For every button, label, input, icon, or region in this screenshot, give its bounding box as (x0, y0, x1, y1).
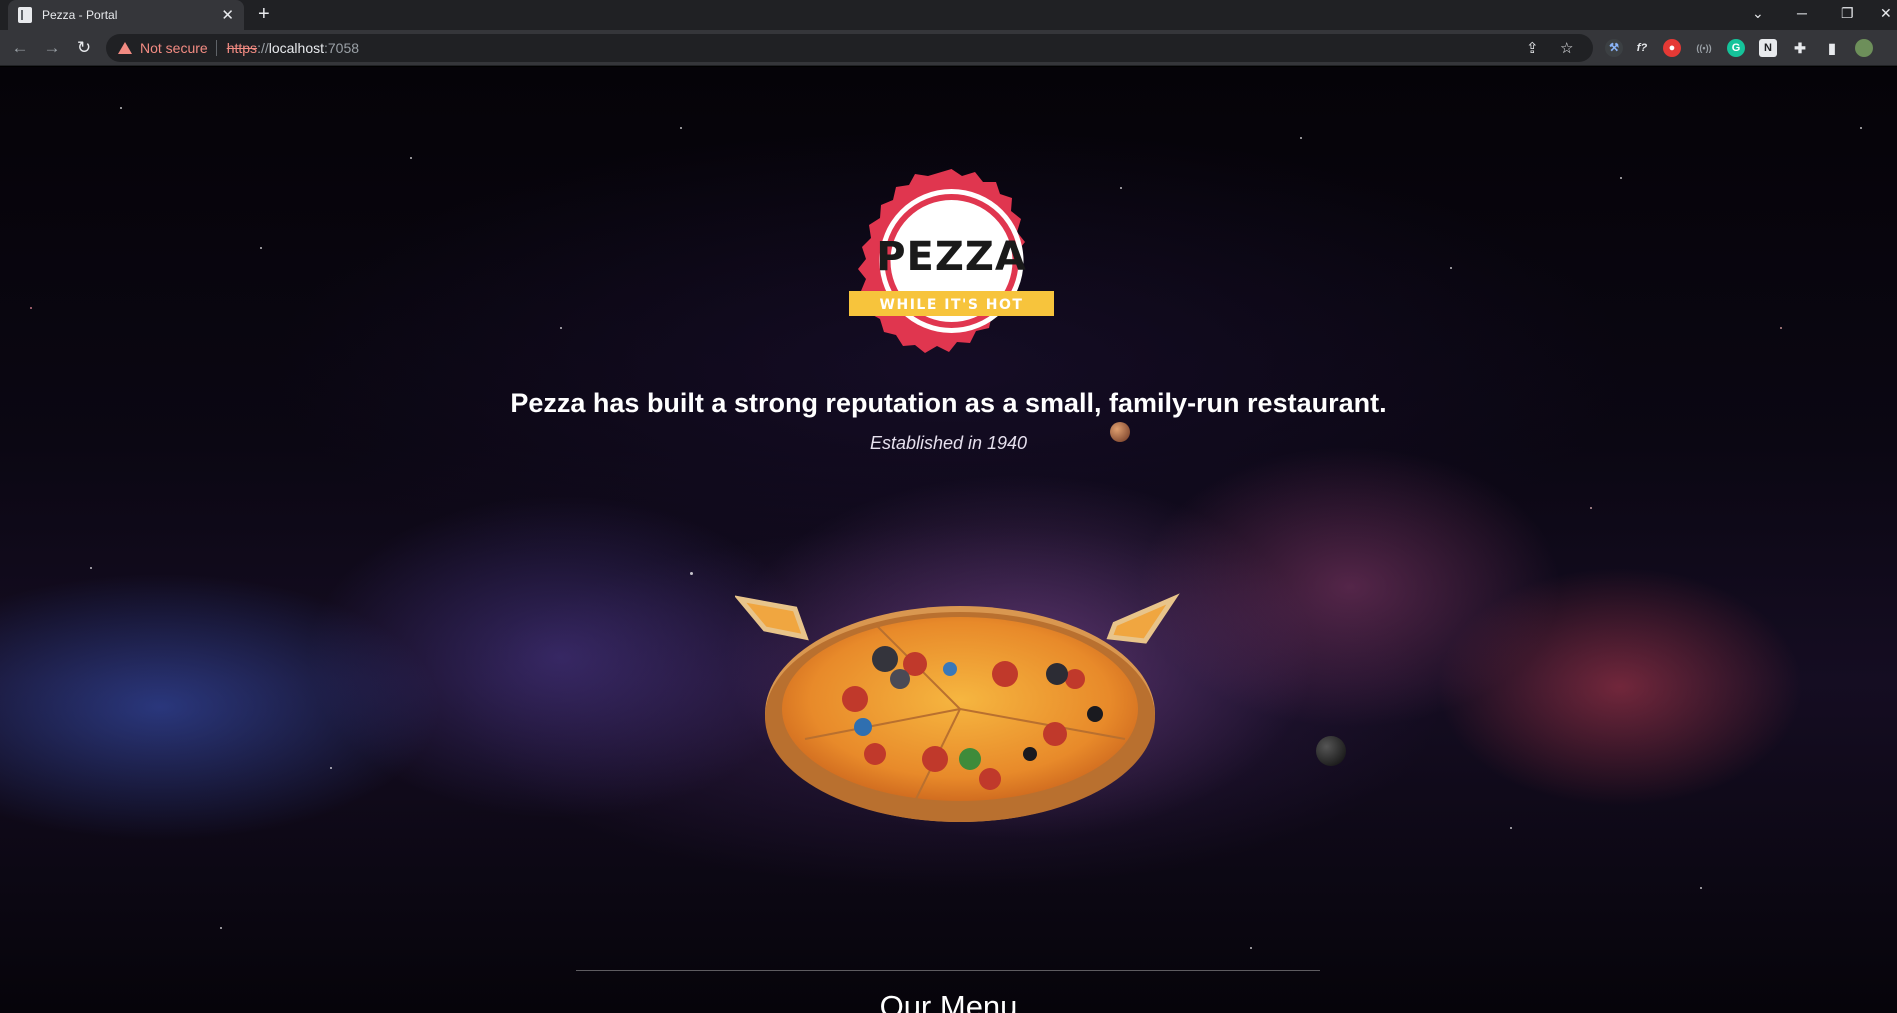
warning-icon (118, 42, 132, 54)
extension-formula-icon[interactable]: f? (1633, 39, 1651, 57)
url-separator: :// (257, 40, 269, 56)
menu-divider-top (576, 970, 1320, 971)
minimize-button[interactable]: ─ (1797, 2, 1807, 24)
extensions-puzzle-icon[interactable]: ✚ (1791, 39, 1809, 57)
tab-close-icon[interactable]: ✕ (221, 8, 234, 23)
page-favicon-icon (18, 7, 32, 23)
notion-icon[interactable]: N (1759, 39, 1777, 57)
bookmark-star-icon[interactable]: ☆ (1560, 39, 1573, 57)
url-host: localhost (268, 40, 324, 56)
extension-red-icon[interactable]: ● (1663, 39, 1681, 57)
security-status[interactable]: Not secure (140, 40, 208, 56)
new-tab-button[interactable]: + (258, 3, 270, 25)
browser-titlebar: Pezza - Portal ✕ + ⌄ ─ ❐ ✕ (0, 0, 1897, 30)
url-scheme: https (226, 40, 258, 56)
page-viewport: PEZZA WHILE IT'S HOT Pezza has built a s… (0, 67, 1897, 1013)
tab-title: Pezza - Portal (42, 8, 118, 22)
back-arrow-icon[interactable]: ← (8, 36, 32, 60)
pezza-logo[interactable]: PEZZA WHILE IT'S HOT (849, 163, 1054, 365)
restore-button[interactable]: ❐ (1841, 2, 1854, 24)
space-pizza-image (735, 529, 1180, 829)
profile-avatar[interactable] (1855, 39, 1873, 57)
logo-tagline: WHILE IT'S HOT (880, 297, 1024, 313)
planet-dark (1316, 736, 1346, 766)
address-bar[interactable]: Not secure https://localhost:7058 ⇪ ☆ (106, 34, 1593, 62)
grammarly-icon[interactable]: G (1727, 39, 1745, 57)
our-menu-heading: Our Menu (879, 989, 1018, 1013)
reload-icon[interactable]: ↻ (72, 36, 96, 60)
close-window-button[interactable]: ✕ (1880, 2, 1892, 24)
extension-tools-icon[interactable]: ⚒ (1605, 39, 1623, 57)
browser-tab[interactable]: Pezza - Portal ✕ (8, 0, 244, 30)
forward-arrow-icon[interactable]: → (40, 36, 64, 60)
logo-text: PEZZA (876, 234, 1027, 280)
url-port: :7058 (324, 40, 360, 56)
share-icon[interactable]: ⇪ (1526, 39, 1539, 57)
established-caption: Established in 1940 (869, 433, 1028, 453)
hero-headline: Pezza has built a strong reputation as a… (510, 388, 1387, 418)
browser-toolbar: ← → ↻ Not secure https://localhost:7058 … (0, 30, 1897, 66)
side-panel-icon[interactable]: ▮ (1823, 39, 1841, 57)
tab-search-icon[interactable]: ⌄ (1752, 2, 1764, 24)
omnibox-divider (215, 40, 217, 56)
extension-broadcast-icon[interactable]: ((•)) (1695, 39, 1713, 57)
